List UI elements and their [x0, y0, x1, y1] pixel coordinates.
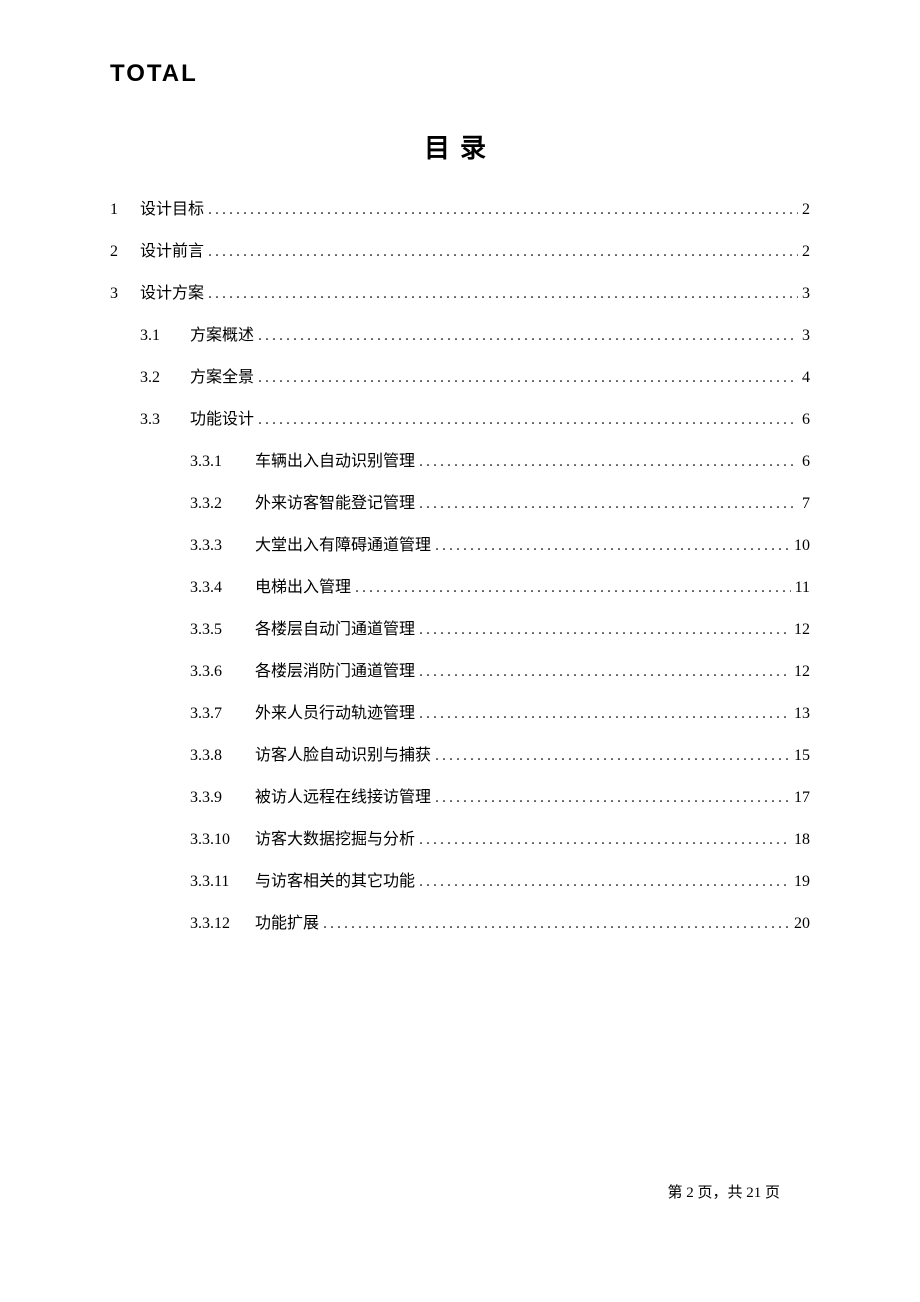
toc-entry[interactable]: 3.3.6各楼层消防门通道管理 12 [110, 657, 810, 681]
table-of-contents: 1设计目标22设计前言23设计方案33.1方案概述33.2方案全景43.3功能设… [110, 195, 810, 933]
toc-number: 2 [110, 243, 140, 261]
toc-leader-dots [258, 411, 798, 429]
toc-entry[interactable]: 3.3.7外来人员行动轨迹管理 13 [110, 699, 810, 723]
footer-current-page: 2 [686, 1185, 694, 1201]
logo: TOTAL [110, 60, 810, 88]
toc-number: 3 [110, 285, 140, 303]
toc-number: 3.3.11 [190, 873, 255, 891]
toc-leader-dots [435, 537, 790, 555]
toc-number: 3.3.4 [190, 579, 255, 597]
toc-label: 外来人员行动轨迹管理 [255, 699, 415, 723]
toc-label: 电梯出入管理 [255, 573, 351, 597]
toc-leader-dots [419, 663, 790, 681]
toc-leader-dots [419, 831, 790, 849]
toc-label: 大堂出入有障碍通道管理 [255, 531, 431, 555]
toc-entry[interactable]: 3.2方案全景 4 [110, 363, 810, 387]
toc-leader-dots [419, 621, 790, 639]
toc-number: 3.3.3 [190, 537, 255, 555]
footer-mid: 页，共 [697, 1185, 742, 1201]
footer-prefix: 第 [667, 1185, 682, 1201]
toc-page-number: 11 [795, 579, 810, 597]
toc-page-number: 19 [794, 873, 810, 891]
toc-number: 3.3.2 [190, 495, 255, 513]
toc-label: 被访人远程在线接访管理 [255, 783, 431, 807]
toc-page-number: 17 [794, 789, 810, 807]
toc-page-number: 13 [794, 705, 810, 723]
toc-number: 1 [110, 201, 140, 219]
toc-label: 设计前言 [140, 237, 204, 261]
toc-page-number: 2 [802, 243, 810, 261]
toc-label: 方案概述 [190, 321, 254, 345]
toc-leader-dots [208, 201, 798, 219]
toc-page-number: 3 [802, 327, 810, 345]
toc-leader-dots [419, 705, 790, 723]
toc-entry[interactable]: 3设计方案3 [110, 279, 810, 303]
toc-entry[interactable]: 3.3.4电梯出入管理 11 [110, 573, 810, 597]
toc-label: 设计方案 [140, 279, 204, 303]
toc-label: 方案全景 [190, 363, 254, 387]
toc-page-number: 6 [802, 411, 810, 429]
toc-page-number: 20 [794, 915, 810, 933]
footer-suffix: 页 [765, 1185, 780, 1201]
toc-entry[interactable]: 3.3功能设计 6 [110, 405, 810, 429]
toc-leader-dots [419, 873, 790, 891]
toc-number: 3.3.8 [190, 747, 255, 765]
toc-entry[interactable]: 2设计前言2 [110, 237, 810, 261]
toc-leader-dots [208, 285, 798, 303]
toc-leader-dots [258, 369, 798, 387]
toc-label: 与访客相关的其它功能 [255, 867, 415, 891]
toc-label: 各楼层自动门通道管理 [255, 615, 415, 639]
toc-label: 访客人脸自动识别与捕获 [255, 741, 431, 765]
toc-leader-dots [435, 747, 790, 765]
toc-entry[interactable]: 3.3.8访客人脸自动识别与捕获 15 [110, 741, 810, 765]
toc-entry[interactable]: 1设计目标 2 [110, 195, 810, 219]
toc-entry[interactable]: 3.1方案概述 3 [110, 321, 810, 345]
toc-number: 3.3.12 [190, 915, 255, 933]
toc-label: 功能设计 [190, 405, 254, 429]
toc-label: 设计目标 [140, 195, 204, 219]
toc-page-number: 15 [794, 747, 810, 765]
toc-number: 3.3.5 [190, 621, 255, 639]
toc-leader-dots [208, 243, 798, 261]
toc-entry[interactable]: 3.3.10访客大数据挖掘与分析 18 [110, 825, 810, 849]
footer-total-pages: 21 [746, 1185, 761, 1201]
toc-page-number: 3 [802, 285, 810, 303]
toc-entry[interactable]: 3.3.2外来访客智能登记管理 7 [110, 489, 810, 513]
toc-label: 功能扩展 [255, 909, 319, 933]
toc-number: 3.3.9 [190, 789, 255, 807]
toc-leader-dots [435, 789, 790, 807]
toc-entry[interactable]: 3.3.3大堂出入有障碍通道管理 10 [110, 531, 810, 555]
toc-label: 各楼层消防门通道管理 [255, 657, 415, 681]
toc-number: 3.2 [140, 369, 190, 387]
toc-number: 3.3.10 [190, 831, 255, 849]
toc-leader-dots [323, 915, 790, 933]
toc-page-number: 7 [802, 495, 810, 513]
toc-number: 3.3.1 [190, 453, 255, 471]
toc-entry[interactable]: 3.3.12功能扩展 20 [110, 909, 810, 933]
toc-entry[interactable]: 3.3.5各楼层自动门通道管理 12 [110, 615, 810, 639]
toc-label: 外来访客智能登记管理 [255, 489, 415, 513]
toc-number: 3.3.6 [190, 663, 255, 681]
toc-entry[interactable]: 3.3.9被访人远程在线接访管理 17 [110, 783, 810, 807]
toc-leader-dots [419, 495, 798, 513]
toc-label: 车辆出入自动识别管理 [255, 447, 415, 471]
toc-page-number: 4 [802, 369, 810, 387]
toc-entry[interactable]: 3.3.1车辆出入自动识别管理 6 [110, 447, 810, 471]
toc-leader-dots [258, 327, 798, 345]
toc-number: 3.3 [140, 411, 190, 429]
toc-page-number: 12 [794, 621, 810, 639]
page-footer: 第 2 页，共 21 页 [667, 1181, 780, 1202]
toc-page-number: 2 [802, 201, 810, 219]
toc-number: 3.3.7 [190, 705, 255, 723]
toc-entry[interactable]: 3.3.11与访客相关的其它功能 19 [110, 867, 810, 891]
toc-number: 3.1 [140, 327, 190, 345]
toc-leader-dots [355, 579, 791, 597]
toc-page-number: 18 [794, 831, 810, 849]
toc-label: 访客大数据挖掘与分析 [255, 825, 415, 849]
toc-leader-dots [419, 453, 798, 471]
toc-page-number: 10 [794, 537, 810, 555]
toc-title: 目录 [110, 128, 810, 165]
toc-page-number: 6 [802, 453, 810, 471]
toc-page-number: 12 [794, 663, 810, 681]
